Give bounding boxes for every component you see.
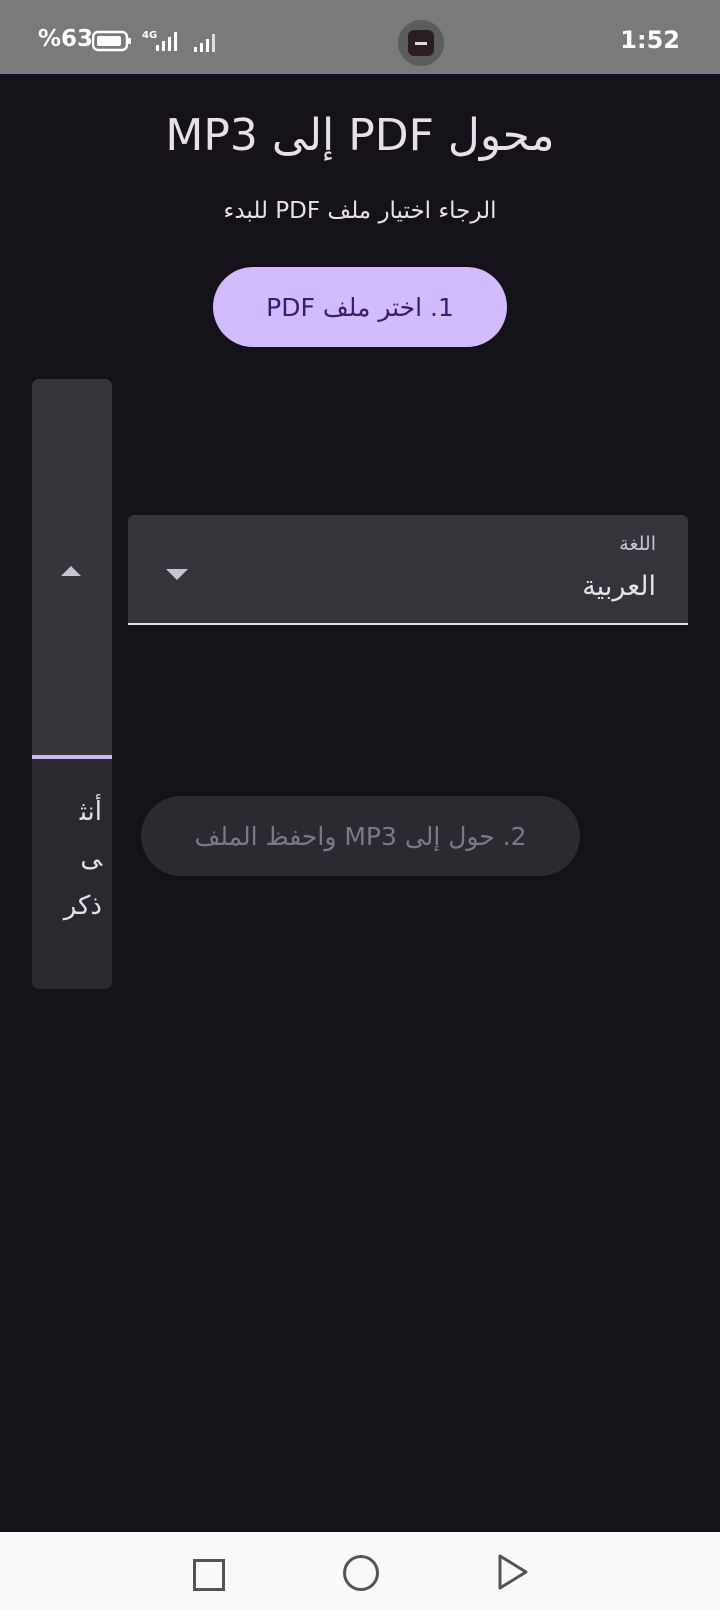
network-type: 4G	[142, 30, 157, 41]
gender-selector[interactable]: أنثى ذكر	[32, 379, 112, 989]
convert-save-button[interactable]: 2. حول إلى MP3 واحفظ الملف	[141, 796, 580, 876]
battery-percentage: %63	[38, 26, 94, 52]
signal-4g-icon: 4G	[142, 30, 177, 51]
gender-option-female[interactable]: أنثى	[62, 789, 102, 881]
back-triangle-icon[interactable]	[496, 1552, 530, 1592]
language-value: العربية	[582, 571, 656, 602]
navigation-bar	[0, 1532, 720, 1610]
language-underline	[128, 623, 688, 625]
screen-recorder-icon[interactable]	[398, 20, 444, 66]
language-label: اللغة	[619, 533, 656, 555]
home-circle-icon[interactable]	[343, 1555, 379, 1591]
pick-pdf-label: 1. اختر ملف PDF	[266, 292, 454, 322]
gender-dropdown-underline	[32, 755, 112, 759]
signal-icon	[194, 34, 215, 52]
language-dropdown[interactable]: اللغة العربية	[128, 515, 688, 625]
clock: 1:52	[620, 26, 680, 54]
page-subtitle: الرجاء اختيار ملف PDF للبدء	[223, 198, 497, 224]
gender-option-male[interactable]: ذكر	[62, 883, 102, 929]
status-bar: %63 4G 1:52	[0, 0, 720, 74]
convert-save-label: 2. حول إلى MP3 واحفظ الملف	[194, 821, 527, 851]
gender-options-list: أنثى ذكر	[32, 789, 102, 929]
pick-pdf-button[interactable]: 1. اختر ملف PDF	[213, 267, 507, 347]
battery-icon	[92, 30, 131, 52]
chevron-up-icon	[61, 566, 81, 576]
recent-apps-square-icon[interactable]	[193, 1559, 225, 1591]
page-title: محول PDF إلى MP3	[165, 110, 555, 161]
chevron-down-icon	[166, 569, 188, 580]
gender-dropdown[interactable]	[32, 379, 112, 759]
